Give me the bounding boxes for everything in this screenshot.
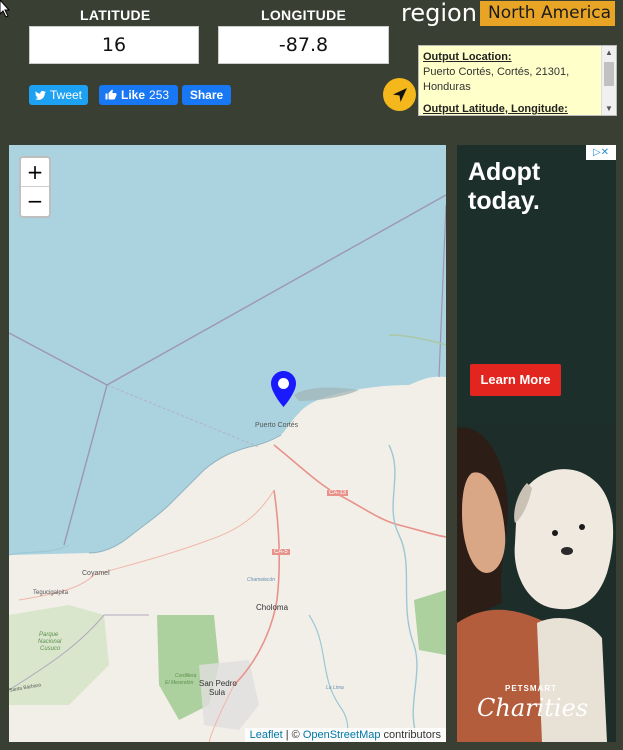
map-label-merendon-1: Cordillera [175, 673, 197, 679]
twitter-bird-icon [35, 90, 46, 100]
scrollbar-thumb[interactable] [604, 62, 614, 86]
map-label-choloma: Choloma [256, 603, 289, 612]
longitude-field[interactable]: -87.8 [218, 26, 389, 64]
region-label: region [401, 0, 477, 27]
map-label-tegucigalpita: Tegucigalpita [33, 590, 69, 596]
like-label: Like [121, 88, 146, 102]
output-location-text: Puerto Cortés, Cortés, 21301, Honduras [423, 66, 570, 93]
thumbs-up-icon [105, 89, 117, 100]
facebook-share-button[interactable]: Share [182, 85, 231, 105]
output-scrollbar[interactable]: ▲ ▼ [601, 46, 616, 115]
latitude-label: LATITUDE [80, 7, 151, 23]
map-label-san-pedro: San Pedro [199, 679, 237, 688]
divider [0, 742, 623, 750]
petsmart-charities-logo: PETSMART Charities [477, 684, 589, 722]
zoom-control: + − [19, 156, 51, 218]
latitude-field[interactable]: 16 [29, 26, 199, 64]
map-view[interactable]: Puerto Cortés Choloma San Pedro Sula CA-… [9, 145, 446, 742]
facebook-like-button[interactable]: Like 253 [99, 85, 178, 105]
region-select[interactable]: North America [480, 1, 615, 26]
forest-area [414, 590, 446, 655]
map-label-merendon-2: El Merendón [165, 680, 194, 686]
map-label-coyamel: Coyamel [82, 570, 110, 577]
location-marker-icon[interactable] [271, 371, 296, 407]
output-latlng-heading: Output Latitude, Longitude: [423, 103, 568, 115]
zoom-in-button[interactable]: + [21, 158, 49, 187]
map-label-cusuco-3: Cusuco [40, 646, 61, 652]
map-label-la-lima: La Lima [326, 685, 344, 691]
scroll-down-icon[interactable]: ▼ [605, 104, 613, 113]
geolocate-button[interactable] [383, 78, 416, 111]
map-label-cusuco-2: Nacional [38, 639, 62, 645]
map-label-puerto-cortes: Puerto Cortés [255, 422, 299, 429]
map-tiles [9, 145, 446, 742]
openstreetmap-link[interactable]: OpenStreetMap [303, 729, 381, 741]
map-attribution: Leaflet | © OpenStreetMap contributors [244, 728, 446, 742]
ad-choices-icon[interactable]: ▷✕ [586, 145, 616, 160]
like-count: 253 [149, 88, 170, 102]
tweet-button[interactable]: Tweet [29, 85, 88, 105]
leaflet-link[interactable]: Leaflet [250, 729, 283, 741]
output-location-box[interactable]: Output Location: Puerto Cortés, Cortés, … [418, 45, 617, 116]
navigation-arrow-icon [392, 87, 407, 102]
map-label-cusuco-1: Parque [39, 632, 59, 638]
ad-headline: Adopt today. [468, 158, 541, 215]
divider [0, 125, 623, 145]
advertisement[interactable]: ▷✕ Adopt today. Learn More PETSMART Char… [457, 145, 616, 742]
map-label-ca13: CA-13 [327, 490, 349, 496]
map-label-chamelecon: Chamelecón [247, 577, 276, 583]
tweet-label: Tweet [49, 88, 82, 102]
map-label-sula: Sula [209, 688, 226, 697]
ad-learn-more-button[interactable]: Learn More [470, 364, 561, 396]
mouse-cursor-icon [0, 0, 10, 18]
zoom-out-button[interactable]: − [21, 187, 49, 216]
longitude-label: LONGITUDE [261, 7, 347, 23]
output-location-heading: Output Location: [423, 51, 512, 63]
scroll-up-icon[interactable]: ▲ [605, 48, 613, 57]
map-label-ca5: CA-5 [272, 549, 290, 555]
